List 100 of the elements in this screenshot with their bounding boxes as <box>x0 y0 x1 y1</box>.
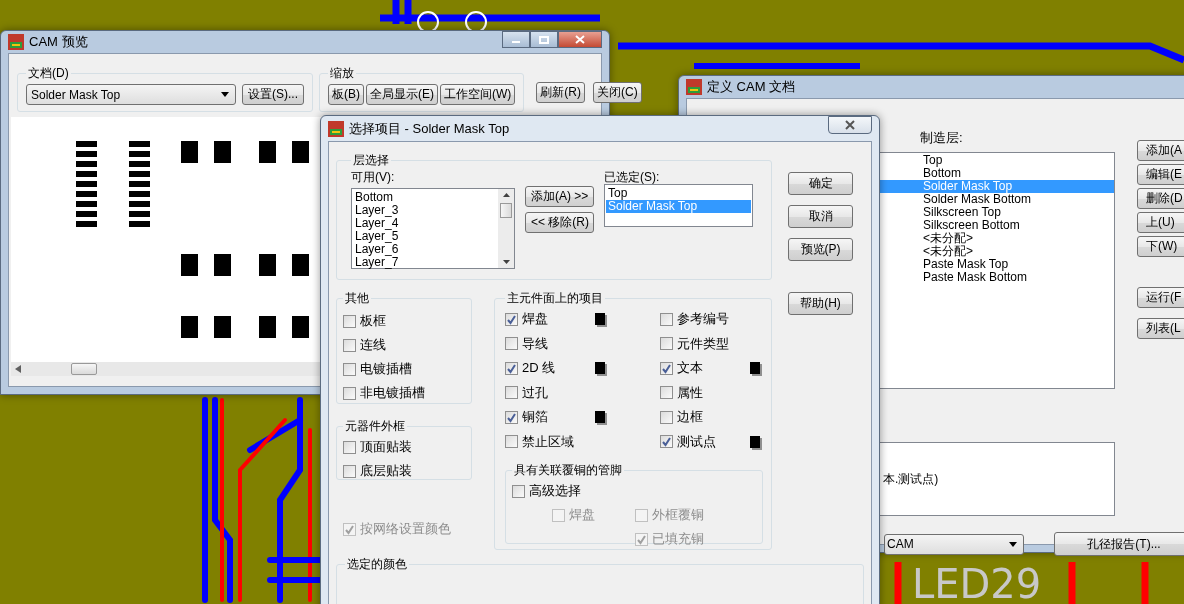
checkbox[interactable] <box>505 312 518 326</box>
checkbox[interactable] <box>512 484 525 498</box>
settings-button[interactable]: 设置(S)... <box>242 84 304 105</box>
checkbox-label: 外框覆铜 <box>652 506 704 524</box>
drill-report-button[interactable]: 孔径报告(T)... <box>1054 532 1184 556</box>
checkbox[interactable] <box>660 386 673 400</box>
checkbox-label: 焊盘 <box>569 506 595 524</box>
color-swatch[interactable] <box>750 435 760 448</box>
group-label: 元器件外框 <box>344 418 406 435</box>
checkbox[interactable] <box>505 435 518 449</box>
checkbox-label: 按网络设置颜色 <box>360 520 451 538</box>
list-item[interactable]: Layer_3 <box>355 204 495 217</box>
checkbox[interactable] <box>343 338 356 352</box>
dialog-button[interactable]: 帮助(H) <box>788 292 853 315</box>
via-icon <box>417 11 439 33</box>
list-item[interactable]: Bottom <box>355 191 495 204</box>
checkbox-label: 顶面贴装 <box>360 438 412 456</box>
list-item[interactable]: Layer_7 <box>355 256 495 269</box>
close-button[interactable] <box>828 116 872 134</box>
checkbox[interactable] <box>343 386 356 400</box>
color-swatch[interactable] <box>595 362 605 375</box>
color-swatch[interactable] <box>595 313 605 326</box>
checkbox-label: 禁止区域 <box>522 432 575 451</box>
scroll-up-icon <box>502 193 510 197</box>
checkbox-label: 属性 <box>677 383 704 402</box>
checkbox-label: 2D 线 <box>522 359 557 378</box>
list-item[interactable]: Layer_6 <box>355 243 495 256</box>
group-label: 其他 <box>344 290 370 307</box>
list-action-button[interactable]: 添加(A <box>1137 140 1184 161</box>
checkbox[interactable] <box>660 361 673 375</box>
list-item[interactable]: Layer_5 <box>355 230 495 243</box>
group-label: 文档(D) <box>27 65 70 82</box>
checkbox-label: 参考编号 <box>677 310 730 329</box>
checkbox[interactable] <box>660 410 673 424</box>
add-button[interactable]: 添加(A) >> <box>525 186 594 207</box>
checkbox-label: 文本 <box>677 359 704 378</box>
checkbox-label: 底层贴装 <box>360 462 412 480</box>
checkbox[interactable] <box>343 314 356 328</box>
vertical-scrollbar[interactable] <box>498 189 514 268</box>
checkbox[interactable] <box>660 337 673 351</box>
checkbox[interactable] <box>505 337 518 351</box>
dialog-button[interactable]: 取消 <box>788 205 853 228</box>
checkbox-label: 电镀插槽 <box>360 360 412 378</box>
checkbox[interactable] <box>343 362 356 376</box>
output-dropdown[interactable]: CAM <box>884 533 1024 555</box>
toolbar-button[interactable]: 关闭(C) <box>593 82 642 103</box>
available-list[interactable]: Bottom Layer_3 Layer_4 Layer_5 Layer_6 Layer_7 <box>351 188 515 269</box>
close-icon <box>844 120 856 130</box>
scroll-down-icon <box>502 260 510 264</box>
maximize-button[interactable] <box>530 31 558 48</box>
toolbar-button[interactable]: 刷新(R) <box>536 82 585 103</box>
checkbox-label: 元件类型 <box>677 334 730 353</box>
document-dropdown[interactable]: Solder Mask Top <box>26 84 236 105</box>
scrollbar-thumb[interactable] <box>500 203 512 218</box>
list-item[interactable]: Layer_4 <box>355 217 495 230</box>
minimize-button[interactable] <box>502 31 530 48</box>
scrollbar-thumb[interactable] <box>71 363 97 375</box>
remove-button[interactable]: << 移除(R) <box>525 212 594 233</box>
dialog-title: 选择项目 - Solder Mask Top <box>349 119 510 138</box>
app-icon <box>328 120 344 137</box>
dialog-button[interactable]: 预览(P) <box>788 238 853 261</box>
group-label: 层选择 <box>352 152 390 169</box>
checkbox-label: 铜箔 <box>522 408 549 427</box>
checkbox[interactable] <box>660 435 673 449</box>
color-swatch[interactable] <box>750 362 760 375</box>
close-button[interactable] <box>558 31 602 48</box>
checkbox-label: 高级选择 <box>529 482 581 500</box>
list-item[interactable]: Top <box>606 187 751 200</box>
maximize-icon <box>539 35 549 44</box>
silkscreen-label: LED29 <box>912 561 1042 604</box>
app-icon <box>8 34 24 50</box>
list-action-button[interactable]: 下(W) <box>1137 236 1184 257</box>
color-swatch[interactable] <box>595 411 605 424</box>
dropdown-arrow-icon <box>221 92 229 97</box>
selected-list[interactable]: Top Solder Mask Top <box>604 184 753 227</box>
zoom-button[interactable]: 板(B) <box>328 84 364 105</box>
window-title: 定义 CAM 文档 <box>707 78 796 96</box>
group-label: 具有关联覆铜的管脚 <box>513 462 623 479</box>
action-button[interactable]: 列表(L <box>1137 318 1184 339</box>
dropdown-arrow-icon <box>1009 541 1017 547</box>
checkbox-label: 已填充铜 <box>652 530 704 548</box>
dialog-button[interactable]: 确定 <box>788 172 853 195</box>
group-label: 主元件面上的项目 <box>506 290 604 307</box>
action-button[interactable]: 运行(F <box>1137 287 1184 308</box>
checkbox[interactable] <box>505 410 518 424</box>
list-action-button[interactable]: 上(U) <box>1137 212 1184 233</box>
checkbox[interactable] <box>505 386 518 400</box>
scroll-left-icon <box>15 365 21 373</box>
list-action-button[interactable]: 删除(D <box>1137 188 1184 209</box>
close-icon <box>575 35 585 44</box>
zoom-button[interactable]: 全局显示(E) <box>366 84 438 105</box>
zoom-button[interactable]: 工作空间(W) <box>440 84 516 105</box>
checkbox[interactable] <box>505 361 518 375</box>
checkbox[interactable] <box>343 464 356 478</box>
list-action-button[interactable]: 编辑(E <box>1137 164 1184 185</box>
summary-text: 本.测试点) <box>883 470 939 488</box>
checkbox[interactable] <box>660 312 673 326</box>
app-icon <box>686 79 702 95</box>
checkbox[interactable] <box>343 440 356 454</box>
checkbox-label: 非电镀插槽 <box>360 384 425 402</box>
